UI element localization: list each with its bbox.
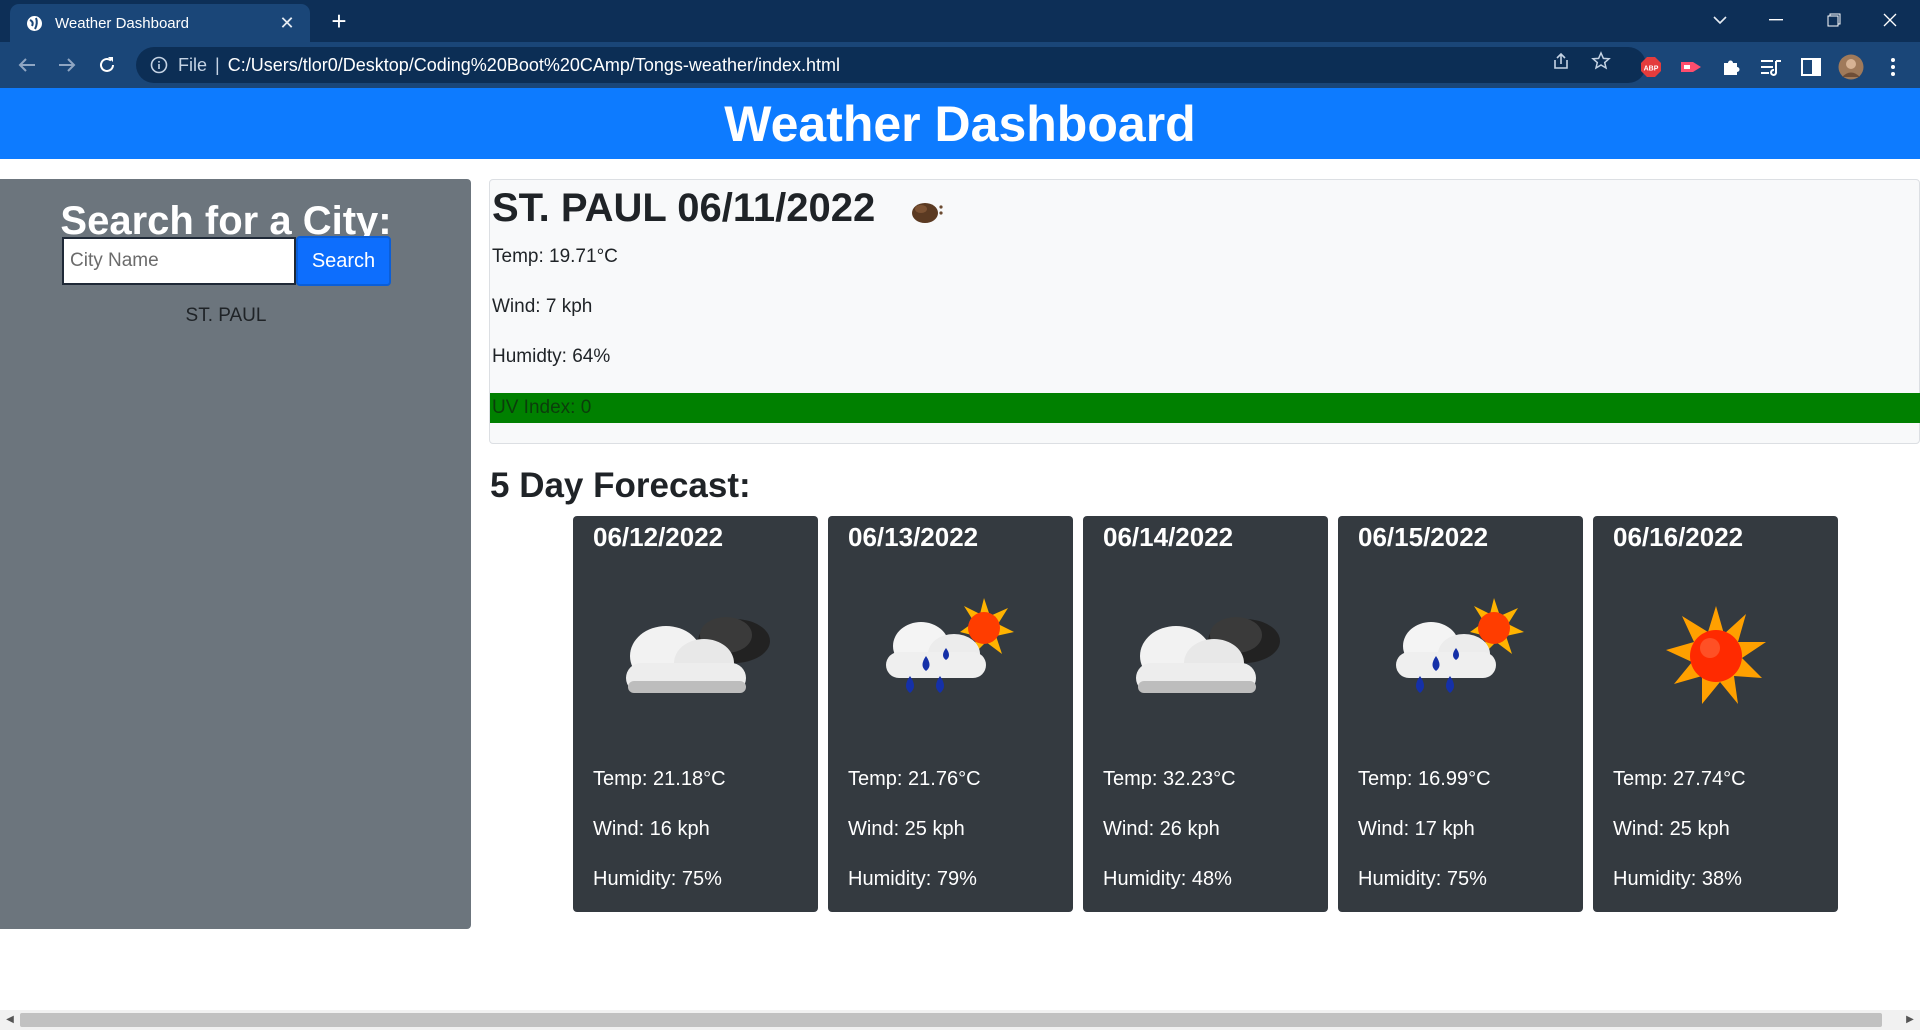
uv-index-bar: UV Index: 0 (490, 393, 1920, 423)
scroll-left-icon[interactable]: ◀ (3, 1012, 17, 1028)
forecast-card: 06/13/2022 Temp: 21.76°C Wind: 25 kph Hu… (828, 516, 1073, 912)
close-window-icon[interactable] (1870, 6, 1910, 34)
share-icon[interactable] (1550, 50, 1572, 72)
forecast-wind: Wind: 16 kph (593, 818, 710, 840)
close-tab-icon[interactable]: ✕ (276, 13, 298, 34)
current-wind: Wind: 7 kph (492, 296, 593, 317)
rain-sun-icon (1363, 591, 1558, 721)
menu-kebab-icon[interactable] (1880, 54, 1906, 80)
restore-icon[interactable] (1814, 6, 1854, 34)
rain-sun-icon (853, 591, 1048, 721)
current-weather-card: ST. PAUL 06/11/2022 Temp: 19.71°C Wind: … (489, 179, 1920, 444)
forecast-card: 06/14/2022 Temp: 32.23°C Wind: 26 kph Hu… (1083, 516, 1328, 912)
forecast-temp: Temp: 21.76°C (848, 768, 981, 790)
cloudy-icon (598, 591, 793, 721)
reload-icon[interactable] (93, 51, 121, 79)
tab-search-icon[interactable] (1700, 6, 1740, 34)
forecast-date: 06/14/2022 (1103, 522, 1234, 552)
forecast-date: 06/16/2022 (1613, 522, 1744, 552)
forecast-temp: Temp: 32.23°C (1103, 768, 1236, 790)
tab-title: Weather Dashboard (55, 14, 189, 32)
forecast-humidity: Humidity: 79% (848, 868, 977, 890)
forecast-wind: Wind: 17 kph (1358, 818, 1475, 840)
forecast-card: 06/16/2022 Temp: 27.74°C Wind: 25 kph Hu… (1593, 516, 1838, 912)
forecast-card: 06/12/2022 Temp: 21.18°C Wind: 16 kph Hu… (573, 516, 818, 912)
forecast-title: 5 Day Forecast: (490, 466, 751, 505)
info-icon[interactable] (150, 56, 168, 74)
forecast-temp: Temp: 21.18°C (593, 768, 726, 790)
forecast-wind: Wind: 25 kph (1613, 818, 1730, 840)
scrollbar-thumb[interactable] (20, 1013, 1882, 1027)
horizontal-scrollbar[interactable]: ◀ ▶ (0, 1010, 1920, 1030)
new-tab-icon[interactable]: + (324, 8, 354, 36)
search-button[interactable]: Search (296, 236, 391, 286)
address-scheme: File (178, 54, 208, 75)
reading-list-icon[interactable] (1758, 54, 1784, 80)
address-url: C:/Users/tlor0/Desktop/Coding%20Boot%20C… (227, 54, 840, 75)
forward-icon[interactable] (53, 51, 81, 79)
cloudy-icon (1108, 591, 1303, 721)
few-clouds-night-icon (908, 194, 948, 224)
forecast-humidity: Humidity: 38% (1613, 868, 1742, 890)
side-panel-icon[interactable] (1798, 54, 1824, 80)
search-sidebar: Search for a City: Search ST. PAUL (0, 179, 471, 929)
forecast-humidity: Humidity: 48% (1103, 868, 1232, 890)
forecast-wind: Wind: 26 kph (1103, 818, 1220, 840)
browser-toolbar: File | C:/Users/tlor0/Desktop/Coding%20B… (0, 42, 1920, 88)
browser-tab[interactable]: Weather Dashboard ✕ (10, 4, 310, 42)
bookmark-star-icon[interactable] (1590, 50, 1612, 72)
forecast-temp: Temp: 27.74°C (1613, 768, 1746, 790)
abp-label: ABP (1644, 66, 1659, 73)
current-city-title: ST. PAUL 06/11/2022 (492, 186, 876, 230)
forecast-wind: Wind: 25 kph (848, 818, 965, 840)
scroll-right-icon[interactable]: ▶ (1903, 1012, 1917, 1028)
forecast-temp: Temp: 16.99°C (1358, 768, 1491, 790)
history-city-button[interactable]: ST. PAUL (0, 305, 452, 327)
cast-icon[interactable] (1678, 54, 1704, 80)
forecast-card: 06/15/2022 Temp: 16.99°C Wind: 17 kph Hu… (1338, 516, 1583, 912)
page-header: Weather Dashboard (0, 88, 1920, 159)
page-title: Weather Dashboard (724, 95, 1196, 152)
abp-icon[interactable]: ABP (1638, 54, 1664, 80)
address-bar[interactable]: File | C:/Users/tlor0/Desktop/Coding%20B… (136, 47, 1646, 83)
browser-tab-strip: Weather Dashboard ✕ + (0, 0, 1920, 42)
forecast-date: 06/13/2022 (848, 522, 979, 552)
current-temp: Temp: 19.71°C (492, 246, 618, 267)
sun-icon (1618, 591, 1813, 721)
address-separator: | (215, 54, 220, 75)
forecast-date: 06/12/2022 (593, 522, 724, 552)
minimize-icon[interactable] (1756, 6, 1796, 34)
puzzle-icon[interactable] (1718, 54, 1744, 80)
forecast-humidity: Humidity: 75% (593, 868, 722, 890)
globe-icon (26, 15, 43, 32)
profile-avatar[interactable] (1838, 54, 1864, 80)
city-search-input[interactable] (62, 237, 296, 285)
current-humidity: Humidty: 64% (492, 346, 611, 367)
forecast-date: 06/15/2022 (1358, 522, 1489, 552)
back-icon[interactable] (13, 51, 41, 79)
forecast-humidity: Humidity: 75% (1358, 868, 1487, 890)
